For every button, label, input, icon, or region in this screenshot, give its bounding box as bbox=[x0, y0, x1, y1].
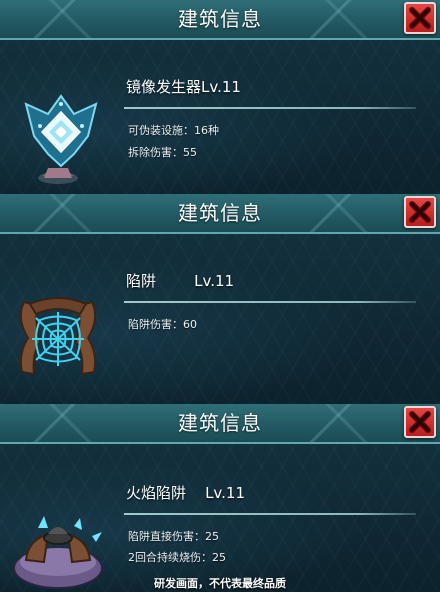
close-button[interactable] bbox=[404, 196, 436, 228]
dev-build-notice: 研发画面，不代表最终品质 bbox=[154, 577, 286, 590]
building-info-panel-1: 建筑信息 镜像发生器Lv.11 可伪装设施：16种 拆除伤害：55 bbox=[0, 0, 440, 194]
close-icon bbox=[409, 411, 431, 433]
panel-title: 建筑信息 bbox=[178, 411, 262, 435]
panel-title: 建筑信息 bbox=[178, 7, 262, 31]
stat-direct-damage: 陷阱直接伤害：25 bbox=[128, 530, 219, 543]
panel-header: 建筑信息 bbox=[0, 194, 440, 234]
close-icon bbox=[409, 201, 431, 223]
stat-burn-damage: 2回合持续烧伤：25 bbox=[128, 551, 226, 564]
building-info-panel-2: 建筑信息 陷阱 Lv.11 陷阱伤害：60 bbox=[0, 194, 440, 404]
close-icon bbox=[409, 7, 431, 29]
panel-header: 建筑信息 bbox=[0, 0, 440, 40]
panel-title: 建筑信息 bbox=[178, 201, 262, 225]
mirror-generator-icon bbox=[18, 92, 104, 190]
building-name: 镜像发生器Lv.11 bbox=[126, 78, 241, 96]
close-button[interactable] bbox=[404, 406, 436, 438]
stat-disguise-count: 可伪装设施：16种 bbox=[128, 124, 219, 137]
close-button[interactable] bbox=[404, 2, 436, 34]
divider bbox=[124, 513, 416, 515]
stat-trap-damage: 陷阱伤害：60 bbox=[128, 318, 197, 331]
building-name: 火焰陷阱 Lv.11 bbox=[126, 484, 245, 502]
stat-demolish-damage: 拆除伤害：55 bbox=[128, 146, 197, 159]
divider bbox=[124, 107, 416, 109]
divider bbox=[124, 301, 416, 303]
panel-header: 建筑信息 bbox=[0, 404, 440, 444]
web-trap-icon bbox=[10, 288, 106, 384]
building-info-panel-3: 建筑信息 火焰陷阱 Lv.11 陷阱直接伤害：25 2回合持续烧伤：25 bbox=[0, 404, 440, 592]
building-name: 陷阱 Lv.11 bbox=[126, 272, 235, 290]
